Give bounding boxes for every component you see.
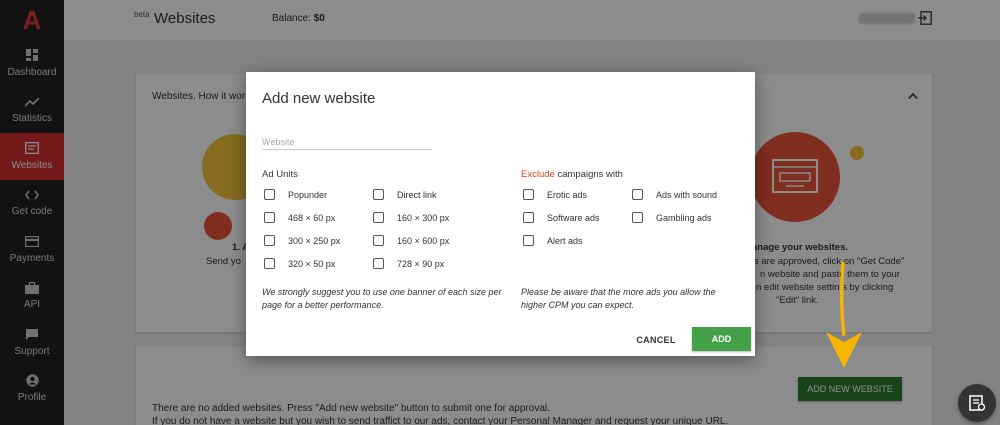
exclude-label: Exclude campaigns with xyxy=(521,169,623,180)
checkbox[interactable] xyxy=(264,189,275,200)
add-website-dialog: Add new website Ad Units Exclude campaig… xyxy=(246,72,755,356)
checkbox[interactable] xyxy=(373,212,384,223)
notes-icon xyxy=(969,395,986,411)
checkbox[interactable] xyxy=(373,235,384,246)
checkbox-erotic-ads[interactable]: Erotic ads xyxy=(523,189,587,200)
checkbox-ads-with-sound[interactable]: Ads with sound xyxy=(632,189,717,200)
checkbox-label: 728 × 90 px xyxy=(397,258,445,269)
exclude-rest: campaigns with xyxy=(554,169,623,180)
help-fab-button[interactable] xyxy=(958,384,996,422)
checkbox[interactable] xyxy=(523,212,534,223)
checkbox-gambling-ads[interactable]: Gambling ads xyxy=(632,212,712,223)
exclude-word: Exclude xyxy=(521,169,555,180)
checkbox[interactable] xyxy=(264,258,275,269)
checkbox[interactable] xyxy=(523,189,534,200)
checkbox-label: 160 × 600 px xyxy=(397,235,450,246)
checkbox[interactable] xyxy=(264,235,275,246)
cancel-button[interactable]: CANCEL xyxy=(628,328,684,352)
checkbox-label: Alert ads xyxy=(547,235,583,246)
checkbox-label: 468 × 60 px xyxy=(288,212,336,223)
checkbox-label: Gambling ads xyxy=(656,212,712,223)
checkbox[interactable] xyxy=(632,189,643,200)
checkbox-728x90[interactable]: 728 × 90 px xyxy=(373,258,444,269)
checkbox-label: Ads with sound xyxy=(656,189,718,200)
checkbox-label: Software ads xyxy=(547,212,600,223)
checkbox-300x250[interactable]: 300 × 250 px xyxy=(264,235,340,246)
checkbox[interactable] xyxy=(264,212,275,223)
website-input[interactable] xyxy=(262,134,432,150)
checkbox-468x60[interactable]: 468 × 60 px xyxy=(264,212,335,223)
checkbox-160x300[interactable]: 160 × 300 px xyxy=(373,212,449,223)
checkbox-160x600[interactable]: 160 × 600 px xyxy=(373,235,449,246)
exclude-note: Please be aware that the more ads you al… xyxy=(521,287,716,311)
add-button[interactable]: ADD xyxy=(692,327,751,351)
checkbox[interactable] xyxy=(632,212,643,223)
checkbox-320x50[interactable]: 320 × 50 px xyxy=(264,258,335,269)
checkbox[interactable] xyxy=(373,258,384,269)
checkbox-label: Direct link xyxy=(397,189,437,200)
checkbox-label: Erotic ads xyxy=(547,189,588,200)
dialog-title: Add new website xyxy=(262,90,376,107)
annotation-arrow-icon xyxy=(826,262,862,368)
checkbox[interactable] xyxy=(523,235,534,246)
checkbox-label: 160 × 300 px xyxy=(397,212,450,223)
checkbox-direct-link[interactable]: Direct link xyxy=(373,189,437,200)
checkbox[interactable] xyxy=(373,189,384,200)
ad-units-label: Ad Units xyxy=(262,169,298,180)
checkbox-popunder[interactable]: Popunder xyxy=(264,189,327,200)
checkbox-software-ads[interactable]: Software ads xyxy=(523,212,600,223)
checkbox-label: Popunder xyxy=(288,189,328,200)
checkbox-alert-ads[interactable]: Alert ads xyxy=(523,235,583,246)
checkbox-label: 320 × 50 px xyxy=(288,258,336,269)
ad-units-note: We strongly suggest you to use one banne… xyxy=(262,287,502,311)
checkbox-label: 300 × 250 px xyxy=(288,235,341,246)
